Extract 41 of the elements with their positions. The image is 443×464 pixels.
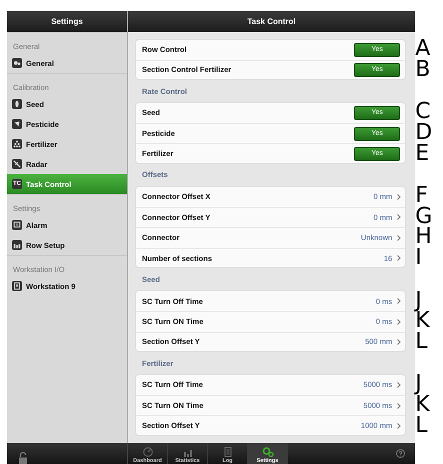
chevron-icon xyxy=(397,402,402,409)
chevron-icon xyxy=(397,234,402,241)
annotation-letter: J xyxy=(413,290,422,311)
annotation-letter: H xyxy=(414,227,433,248)
dots-icon xyxy=(12,139,22,149)
chevron-icon xyxy=(397,422,402,429)
annotation-letter: J xyxy=(413,374,422,394)
chevron-icon xyxy=(397,214,402,220)
annotation-letter: E xyxy=(414,144,430,164)
annotation-letter: F xyxy=(414,186,428,206)
gears-icon xyxy=(262,447,274,457)
annotation-letter: I xyxy=(414,248,423,268)
triangle-icon xyxy=(12,119,22,129)
seed-icon xyxy=(12,99,22,109)
chevron-icon xyxy=(397,338,402,345)
sidebar-title: Settings xyxy=(7,11,127,32)
annotation-letter: A xyxy=(414,39,432,60)
bar-chart-icon xyxy=(182,447,194,457)
annotation-letter: D xyxy=(414,123,434,144)
annotation-letter: K xyxy=(415,395,431,416)
bars-icon xyxy=(12,240,22,250)
box-icon xyxy=(12,281,22,291)
page-title: Task Control xyxy=(128,11,415,32)
alarm-icon xyxy=(12,220,22,230)
annotation-letter: G xyxy=(414,206,434,227)
chevron-icon xyxy=(397,382,402,388)
document-icon xyxy=(222,447,234,457)
chevron-icon xyxy=(397,298,402,304)
lock-icon[interactable] xyxy=(19,452,27,464)
gears-icon xyxy=(12,58,22,68)
chevron-icon xyxy=(397,255,402,262)
annotation-letter: B xyxy=(414,60,432,80)
annotation-letter: C xyxy=(414,102,432,122)
chevron-icon xyxy=(397,194,402,200)
chevron-icon xyxy=(397,318,402,325)
gauge-icon xyxy=(142,447,154,457)
annotation-letter: L xyxy=(414,332,428,352)
annotation-letter: L xyxy=(414,416,428,436)
radar-icon xyxy=(12,159,22,169)
help-icon[interactable] xyxy=(396,449,405,458)
annotation-letter: K xyxy=(415,311,431,332)
